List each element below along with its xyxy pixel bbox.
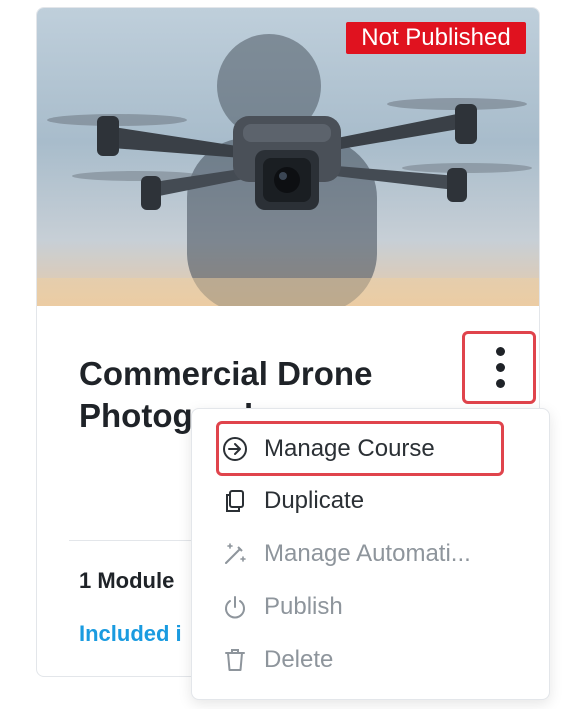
menu-item-label: Delete (264, 646, 334, 673)
menu-item-label: Manage Course (264, 435, 435, 462)
copy-icon (220, 486, 250, 516)
menu-item-manage-automations[interactable]: Manage Automati... (220, 534, 471, 574)
arrow-circle-right-icon (220, 434, 250, 464)
pricing-link[interactable]: Included i (79, 621, 182, 647)
course-image[interactable]: Not Published (37, 8, 539, 306)
status-badge: Not Published (346, 22, 526, 54)
menu-item-duplicate[interactable]: Duplicate (220, 481, 364, 521)
menu-item-publish[interactable]: Publish (220, 587, 343, 627)
kebab-dot (496, 363, 505, 372)
kebab-dot (496, 379, 505, 388)
menu-item-label: Publish (264, 593, 343, 620)
more-options-button[interactable] (462, 331, 536, 404)
menu-item-manage-course[interactable]: Manage Course (220, 429, 435, 469)
menu-item-delete[interactable]: Delete (220, 640, 333, 680)
kebab-dot (496, 347, 505, 356)
menu-item-label: Manage Automati... (264, 540, 471, 567)
power-icon (220, 592, 250, 622)
trash-icon (220, 645, 250, 675)
module-count: 1 Module (79, 568, 175, 593)
magic-wand-icon (220, 539, 250, 569)
menu-item-label: Duplicate (264, 487, 365, 514)
course-actions-menu: Manage Course Duplicate Manage Automati.… (191, 408, 550, 700)
